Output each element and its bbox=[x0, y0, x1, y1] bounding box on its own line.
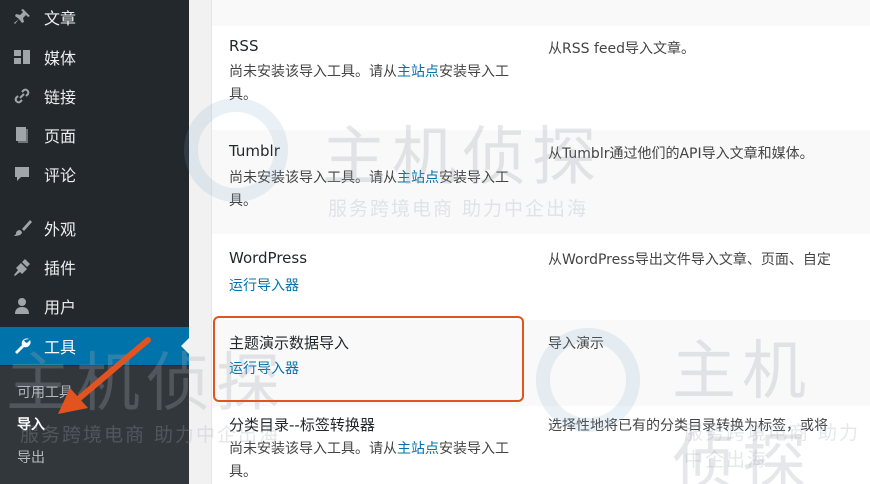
importer-description: 从RSS feed导入文章。 bbox=[548, 41, 695, 57]
importer-name: WordPress bbox=[229, 249, 308, 267]
menu-links[interactable]: 链接 bbox=[0, 77, 189, 115]
menu-label: 页面 bbox=[44, 127, 77, 146]
importer-name: RSS bbox=[229, 37, 259, 55]
page-icon bbox=[0, 125, 44, 145]
menu-posts[interactable]: 文章 bbox=[0, 0, 189, 36]
menu-comments[interactable]: 评论 bbox=[0, 155, 189, 193]
menu-label: 评论 bbox=[44, 166, 77, 185]
plugin-icon bbox=[0, 257, 44, 277]
menu-label: 媒体 bbox=[44, 49, 77, 68]
watermark-logo bbox=[184, 98, 288, 202]
comment-icon bbox=[0, 164, 44, 184]
submenu-export[interactable]: 导出 bbox=[17, 447, 45, 467]
note-text: 尚未安装该导入工具。请从 bbox=[229, 64, 397, 80]
menu-label: 外观 bbox=[44, 220, 77, 239]
watermark-slogan: 服务跨境电商 助力中企出海 bbox=[328, 198, 589, 220]
menu-label: 链接 bbox=[44, 88, 77, 107]
main-site-link[interactable]: 主站点 bbox=[397, 441, 439, 457]
menu-label: 用户 bbox=[44, 298, 77, 317]
importer-description: 从WordPress导出文件导入文章、页面、自定 bbox=[548, 252, 831, 268]
run-importer-link[interactable]: 运行导入器 bbox=[229, 275, 299, 295]
watermark-slogan: 服务跨境电商 助力中企出海 bbox=[684, 422, 861, 471]
pin-icon bbox=[0, 7, 44, 27]
media-icon bbox=[0, 47, 44, 67]
menu-label: 插件 bbox=[44, 259, 77, 278]
watermark-brand: 主机侦探 bbox=[322, 121, 602, 195]
menu-plugins[interactable]: 插件 bbox=[0, 248, 189, 286]
main-site-link[interactable]: 主站点 bbox=[397, 64, 439, 80]
menu-media[interactable]: 媒体 bbox=[0, 38, 189, 76]
watermark-logo bbox=[536, 328, 640, 432]
brush-icon bbox=[0, 218, 44, 238]
menu-appearance[interactable]: 外观 bbox=[0, 209, 189, 247]
highlight-box bbox=[213, 316, 524, 402]
user-icon bbox=[0, 296, 44, 316]
menu-users[interactable]: 用户 bbox=[0, 287, 189, 325]
menu-pages[interactable]: 页面 bbox=[0, 116, 189, 154]
menu-label: 文章 bbox=[44, 9, 77, 28]
link-icon bbox=[0, 86, 44, 106]
watermark-slogan: 服务跨境电商 助力中企出海 bbox=[20, 424, 281, 446]
importer-note: 尚未安装该导入工具。请从主站点安装导入工具。 bbox=[229, 61, 529, 107]
table-row: WordPress 运行导入器 从WordPress导出文件导入文章、页面、自定 bbox=[212, 234, 870, 320]
table-row bbox=[212, 0, 870, 26]
